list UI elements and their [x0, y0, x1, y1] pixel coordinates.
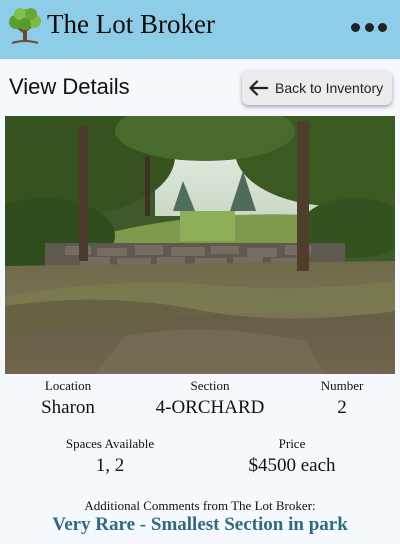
brand-title[interactable]: The Lot Broker [47, 9, 215, 40]
location-field: Location Sharon [18, 378, 118, 419]
section-value: 4-ORCHARD [155, 397, 265, 418]
spaces-field: Spaces Available 1, 2 [40, 436, 180, 477]
back-to-inventory-button[interactable]: Back to Inventory [242, 70, 392, 105]
section-label: Section [190, 378, 230, 393]
price-field: Price $4500 each [222, 436, 362, 477]
spaces-label: Spaces Available [65, 436, 155, 451]
number-field: Number 2 [300, 378, 384, 419]
page-title: View Details [9, 74, 130, 99]
tree-icon[interactable] [6, 7, 44, 47]
back-button-label: Back to Inventory [275, 79, 384, 96]
lot-photo [5, 116, 395, 374]
more-horizontal-icon[interactable] [351, 18, 387, 36]
arrow-left-icon [249, 79, 268, 96]
number-label: Number [320, 378, 364, 393]
spaces-value: 1, 2 [95, 455, 125, 476]
app-header: The Lot Broker [0, 0, 400, 59]
title-row: View Details Back to Inventory [0, 59, 400, 116]
section-field: Section 4-ORCHARD [140, 378, 280, 419]
number-value: 2 [337, 397, 347, 418]
price-label: Price [278, 436, 306, 451]
comments-label: Additional Comments from The Lot Broker: [84, 498, 316, 513]
location-label: Location [44, 378, 92, 393]
location-value: Sharon [41, 397, 95, 418]
price-value: $4500 each [248, 455, 336, 476]
comments-text: Very Rare - Smallest Section in park [52, 514, 348, 535]
